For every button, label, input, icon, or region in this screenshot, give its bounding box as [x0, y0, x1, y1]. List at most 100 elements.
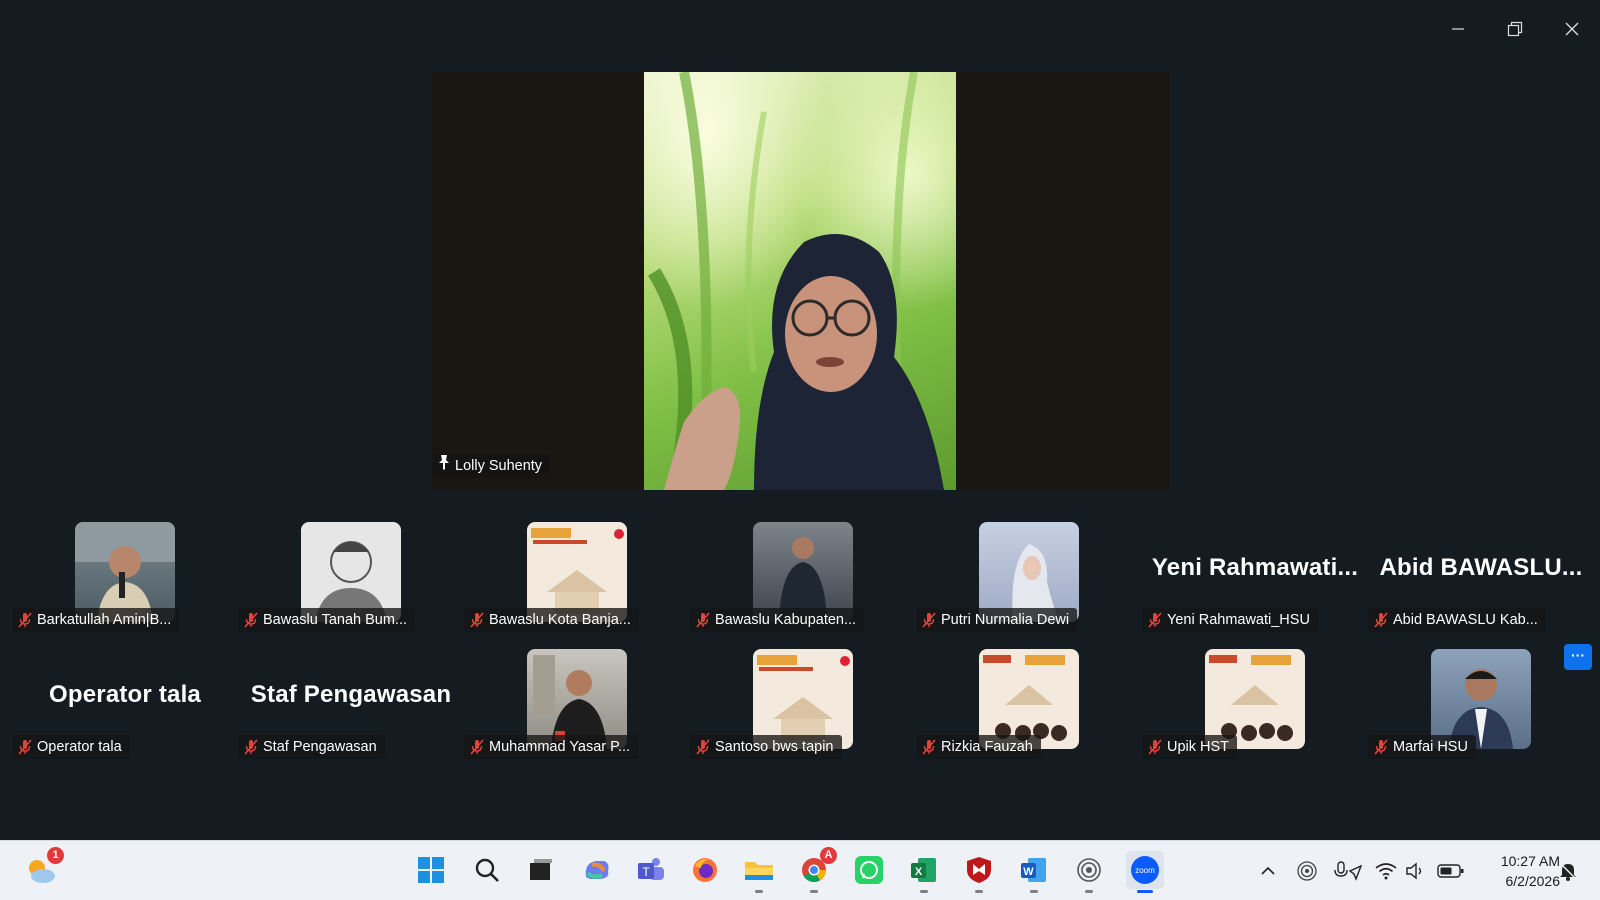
participant-name: Barkatullah Amin|B... [37, 612, 172, 628]
participant-name: Putri Nurmalia Dewi [941, 612, 1070, 628]
mic-muted-icon [18, 739, 32, 755]
participant-tile[interactable]: Santoso bws tapin [690, 649, 916, 769]
participant-name: Muhammad Yasar P... [489, 739, 631, 755]
participant-name: Abid BAWASLU Kab... [1393, 612, 1538, 628]
windows-icon [418, 857, 444, 883]
participant-name: Staf Pengawasan [263, 739, 377, 755]
participant-tile[interactable]: Staf Pengawasan Staf Pengawasan [238, 649, 464, 769]
broadcast-tray-icon [1297, 861, 1317, 881]
minimize-icon [1452, 28, 1464, 30]
participant-name: Marfai HSU [1393, 739, 1468, 755]
mic-muted-icon [1148, 739, 1162, 755]
bell-icon [1560, 863, 1576, 881]
participant-name: Bawaslu Kota Banja... [489, 612, 631, 628]
clock-date: 6/2/2026 [1505, 873, 1561, 889]
participant-name-tag: Bawaslu Tanah Bum... [238, 608, 416, 632]
participant-tile[interactable]: Bawaslu Kota Banja... [464, 522, 690, 642]
teams-button[interactable]: T [632, 851, 670, 889]
speaker-figure [648, 72, 944, 490]
weather-widget[interactable]: 1 [22, 847, 64, 889]
speaker-video-frame [644, 72, 956, 490]
running-indicator [1085, 890, 1093, 893]
participant-video [527, 649, 627, 749]
restore-button[interactable] [1497, 14, 1533, 44]
file-explorer-button[interactable] [740, 851, 778, 893]
excel-icon: X [911, 858, 936, 882]
mcafee-shield-icon [967, 857, 991, 883]
participant-tile[interactable]: Abid BAWASLU... Abid BAWASLU Kab... [1368, 522, 1594, 642]
minimize-button[interactable] [1440, 14, 1476, 44]
firefox-button[interactable] [686, 851, 724, 889]
participant-name-tag: Putri Nurmalia Dewi [916, 608, 1078, 632]
participant-video [1431, 649, 1531, 749]
taskbar: 1 T A X W zoom 10:27 AM 6/2/2026 [0, 840, 1600, 900]
svg-text:T: T [642, 865, 650, 879]
copilot-button[interactable] [578, 851, 616, 889]
mcafee-button[interactable] [960, 851, 998, 893]
svg-text:zoom: zoom [1135, 866, 1155, 875]
show-hidden-icons-button[interactable] [1256, 859, 1280, 883]
search-button[interactable] [468, 851, 506, 889]
tray-volume[interactable] [1404, 859, 1428, 883]
participant-name-tag: Rizkia Fauzah [916, 735, 1041, 759]
notifications-button[interactable] [1556, 859, 1580, 883]
participant-tile[interactable]: Putri Nurmalia Dewi [916, 522, 1142, 642]
participant-video [301, 522, 401, 622]
running-indicator [920, 890, 928, 893]
participant-name-tag: Upik HST [1142, 735, 1238, 759]
participant-name-tag: Bawaslu Kota Banja... [464, 608, 639, 632]
mic-muted-icon [470, 739, 484, 755]
wireless-app-button[interactable] [1070, 851, 1108, 893]
participant-tile[interactable]: Yeni Rahmawati... Yeni Rahmawati_HSU [1142, 522, 1368, 642]
participant-video [753, 649, 853, 749]
whatsapp-button[interactable] [850, 851, 888, 889]
tray-broadcast[interactable] [1295, 859, 1319, 883]
chrome-button[interactable]: A [795, 847, 837, 893]
active-speaker-video[interactable]: Lolly Suhenty [432, 72, 1169, 490]
zoom-button[interactable]: zoom [1126, 851, 1164, 893]
wifi-icon [1375, 863, 1397, 880]
broadcast-icon [1077, 858, 1101, 882]
tray-wifi[interactable] [1374, 859, 1398, 883]
participant-name-tag: Santoso bws tapin [690, 735, 842, 759]
close-button[interactable] [1554, 14, 1590, 44]
word-button[interactable]: W [1015, 851, 1053, 893]
more-participants-button[interactable]: ··· [1564, 644, 1592, 670]
participant-video [979, 522, 1079, 622]
participant-tile[interactable]: Bawaslu Tanah Bum... [238, 522, 464, 642]
participant-tile[interactable]: Rizkia Fauzah [916, 649, 1142, 769]
excel-button[interactable]: X [905, 851, 943, 893]
clock[interactable]: 10:27 AM 6/2/2026 [1470, 851, 1560, 891]
speaker-name: Lolly Suhenty [455, 458, 543, 474]
mic-muted-icon [922, 739, 936, 755]
participant-name: Operator tala [37, 739, 122, 755]
participant-name: Santoso bws tapin [715, 739, 834, 755]
running-indicator [1030, 890, 1038, 893]
tray-battery[interactable] [1436, 859, 1466, 883]
participant-tile[interactable]: Marfai HSU [1368, 649, 1594, 769]
participant-tile[interactable]: Muhammad Yasar P... [464, 649, 690, 769]
speaker-name-tag: Lolly Suhenty [432, 454, 551, 478]
task-view-button[interactable] [522, 851, 560, 889]
participant-display-name: Operator tala [49, 681, 201, 708]
mic-muted-icon [696, 612, 710, 628]
volume-icon [1406, 862, 1422, 880]
active-indicator [1137, 890, 1153, 893]
close-icon [1565, 22, 1579, 36]
restore-icon [1507, 21, 1523, 37]
participant-tile[interactable]: Bawaslu Kabupaten... [690, 522, 916, 642]
participant-tile[interactable]: Operator tala Operator tala [12, 649, 238, 769]
participant-name-tag: Barkatullah Amin|B... [12, 608, 180, 632]
participant-tile[interactable]: Upik HST [1142, 649, 1368, 769]
mic-muted-icon [244, 612, 258, 628]
participant-display-name: Yeni Rahmawati... [1151, 554, 1359, 581]
whatsapp-icon [855, 856, 883, 884]
participant-name: Rizkia Fauzah [941, 739, 1033, 755]
start-button[interactable] [412, 851, 450, 889]
tray-mic-location[interactable] [1334, 859, 1362, 883]
running-indicator [975, 890, 983, 893]
svg-text:X: X [915, 866, 923, 878]
participant-tile[interactable]: Barkatullah Amin|B... [12, 522, 238, 642]
mic-muted-icon [1374, 739, 1388, 755]
participant-name-tag: Operator tala [12, 735, 130, 759]
